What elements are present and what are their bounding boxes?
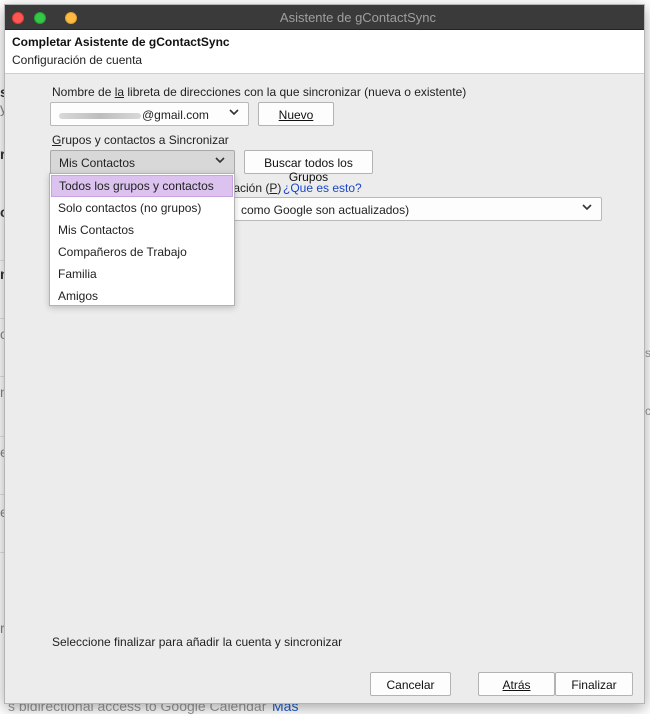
dropdown-option[interactable]: Todos los grupos y contactos [51, 175, 233, 197]
cancel-label: Cancelar [386, 678, 435, 692]
addressbook-select[interactable]: @gmail.com [50, 102, 249, 126]
title-bar: Asistente de gContactSync [5, 5, 644, 30]
groups-label-part: rupos y contactos a Sincronizar [61, 133, 229, 147]
fetch-groups-label: Buscar todos los Grupos [264, 156, 353, 184]
dropdown-option[interactable]: Solo contactos (no grupos) [50, 197, 234, 219]
wizard-title: Completar Asistente de gContactSync [12, 35, 230, 49]
back-button[interactable]: Atrás [478, 672, 555, 696]
window-title: Asistente de gContactSync [279, 10, 436, 25]
fetch-groups-button[interactable]: Buscar todos los Grupos [244, 150, 373, 184]
new-addressbook-button[interactable]: Nuevo [258, 102, 334, 126]
chevron-down-icon [228, 106, 240, 121]
addressbook-value: @gmail.com [142, 108, 209, 122]
groups-label-accesskey: G [52, 133, 62, 147]
dropdown-option[interactable]: Amigos [50, 285, 234, 307]
addressbook-label-part: libreta de direcciones con la que sincro… [124, 85, 467, 99]
groups-label: Grupos y contactos a Sincronizar [52, 133, 229, 147]
help-link[interactable]: ¿Que es esto? [283, 181, 362, 195]
email-redacted [59, 112, 141, 119]
finish-instruction: Seleccione finalizar para añadir la cuen… [52, 635, 343, 649]
dropdown-option[interactable]: Compañeros de Trabajo [50, 241, 234, 263]
groups-select[interactable]: Mis Contactos [50, 150, 235, 174]
background-text-fragment: s [645, 346, 650, 360]
cancel-button[interactable]: Cancelar [370, 672, 451, 696]
dropdown-option[interactable]: Familia [50, 263, 234, 285]
wizard-header: Completar Asistente de gContactSync Conf… [5, 30, 644, 74]
dropdown-option[interactable]: Mis Contactos [50, 219, 234, 241]
groups-dropdown-list: Todos los grupos y contactos Solo contac… [49, 173, 235, 306]
new-button-label: Nuevo [278, 108, 314, 122]
wizard-subtitle: Configuración de cuenta [12, 53, 143, 67]
groups-selected-value: Mis Contactos [59, 156, 136, 170]
addressbook-label: Nombre de la libreta de direcciones con … [52, 85, 466, 99]
wizard-dialog: Asistente de gContactSync Completar Asis… [4, 4, 645, 704]
addressbook-label-part: Nombre de [52, 85, 115, 99]
finish-label: Finalizar [571, 678, 617, 692]
sync-direction-value: como Google son actualizados) [241, 203, 410, 217]
chevron-down-icon [214, 154, 226, 169]
addressbook-label-accesskey: la [114, 85, 125, 99]
chevron-down-icon [581, 201, 593, 216]
background-text-fragment: c [645, 404, 650, 418]
finish-button[interactable]: Finalizar [555, 672, 633, 696]
sync-label-part: ) [277, 181, 282, 195]
back-label: Atrás [502, 678, 531, 692]
